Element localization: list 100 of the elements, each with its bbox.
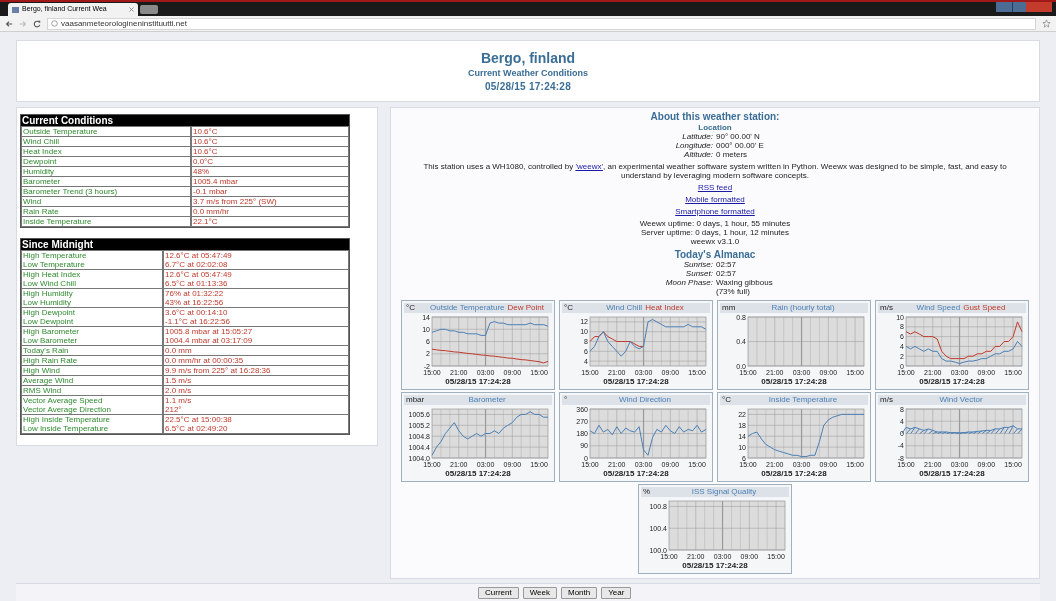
condition-value: 0.0 mm/hr <box>192 207 348 216</box>
address-bar[interactable]: vaasanmeteorologineninstituutti.net <box>47 17 1036 30</box>
uptime-text: Weewx uptime: 0 days, 1 hour, 55 minutes <box>639 219 791 228</box>
close-icon[interactable] <box>129 7 134 12</box>
record-label: High Heat Index <box>23 270 82 279</box>
nav-button[interactable]: Month <box>561 586 598 599</box>
record-label: Low Dewpoint <box>23 317 75 326</box>
nav-button[interactable]: Year <box>601 586 632 599</box>
record-value: 1004.4 mbar at 03:17:09 <box>165 336 254 345</box>
legend-label: Wind Direction <box>619 396 671 404</box>
record-label: High Inside Temperature <box>23 415 111 424</box>
station-description: This station uses a WH1080, controlled by 'weewx', an experimental weather software system written in Python. Weewx was designed to be simple, fast, and easy to understand by leveraging modern software concepts. <box>422 162 1008 180</box>
record-label: Low Barometer <box>23 336 79 345</box>
record-label: Average Wind <box>23 376 75 385</box>
record-value: 6.5°C at 02:49:20 <box>165 424 229 433</box>
page-icon <box>51 20 58 27</box>
condition-value: 3.7 m/s from 225° (SW) <box>192 197 348 206</box>
star-icon[interactable] <box>1042 19 1051 28</box>
axis-unit: °C <box>722 396 732 404</box>
condition-value: 0.0°C <box>192 157 348 166</box>
page-link[interactable]: RSS feed <box>697 183 733 192</box>
record-label: High Rain Rate <box>23 356 79 365</box>
condition-label: Rain Rate <box>22 207 190 216</box>
record-label: RMS Wind <box>23 386 63 395</box>
record-label: High Wind <box>23 366 61 375</box>
axis-unit: mm <box>722 304 737 312</box>
axis-unit: % <box>643 488 652 496</box>
new-tab-button[interactable] <box>140 5 158 14</box>
record-value: 1005.8 mbar at 15:05:27 <box>165 327 254 336</box>
axis-unit: °C <box>564 304 574 312</box>
location-value: 90° 00.00' N <box>716 132 760 141</box>
record-value: 212° <box>165 405 183 414</box>
forward-arrow-icon[interactable] <box>19 19 27 28</box>
condition-value: -0.1 mbar <box>192 187 348 196</box>
chart-timestamp: 05/28/15 17:24:28 <box>761 470 827 478</box>
record-value: 43% at 16:22:56 <box>165 298 225 307</box>
record-value: 22.5°C at 15:00:38 <box>165 415 233 424</box>
nav-button[interactable]: Week <box>522 586 557 599</box>
record-label: Today's Rain <box>23 346 70 355</box>
page-subtitle: Current Weather Conditions <box>468 68 588 78</box>
record-value: 6.7°C at 02:02:08 <box>165 260 229 269</box>
legend-label: Barometer <box>468 396 506 404</box>
legend-label: Heat Index <box>645 304 684 312</box>
legend-label: Wind Vector <box>939 396 983 404</box>
almanac-value: 02:57 <box>716 260 737 269</box>
chart-timestamp: 05/28/15 17:24:28 <box>761 378 827 386</box>
location-heading: Location <box>698 123 732 132</box>
record-value: 1.1 m/s <box>165 396 193 405</box>
axis-unit: m/s <box>880 304 894 312</box>
uptime-text: Server uptime: 0 days, 1 hour, 12 minutes <box>640 228 790 237</box>
url-text: vaasanmeteorologineninstituutti.net <box>61 19 187 28</box>
back-arrow-icon[interactable] <box>5 19 13 28</box>
page-link[interactable]: Smartphone formatted <box>675 207 755 216</box>
nav-button[interactable]: Current <box>478 586 519 599</box>
maximize-button[interactable] <box>1012 2 1026 12</box>
record-label: Vector Average Direction <box>23 405 112 414</box>
condition-label: Heat Index <box>22 147 190 156</box>
record-value: 0.0 mm/hr at 00:00:35 <box>165 356 245 365</box>
legend-label: Gust Speed <box>963 304 1006 312</box>
location-label: Longitude: <box>674 141 713 150</box>
condition-label: Inside Temperature <box>22 217 190 226</box>
reload-icon[interactable] <box>33 19 41 28</box>
chart-timestamp: 05/28/15 17:24:28 <box>682 562 748 570</box>
record-label: High Temperature <box>23 251 88 260</box>
record-value: 12.6°C at 05:47:49 <box>165 251 233 260</box>
section-heading: About this weather station: <box>650 111 780 122</box>
chart-timestamp: 05/28/15 17:24:28 <box>603 470 669 478</box>
location-value: 0 meters <box>716 150 748 159</box>
condition-label: Humidity <box>22 167 190 176</box>
condition-label: Dewpoint <box>22 157 190 166</box>
condition-label: Wind <box>22 197 190 206</box>
record-label: Low Inside Temperature <box>23 424 110 433</box>
record-value: 9.9 m/s from 225° at 16:28:36 <box>165 366 272 375</box>
record-value: -1.1°C at 16:22:56 <box>165 317 232 326</box>
station-title: Bergo, finland <box>480 50 576 65</box>
almanac-label: Sunrise: <box>682 260 713 269</box>
record-value: 3.6°C at 00:14:10 <box>165 308 229 317</box>
legend-label: Outside Temperature <box>430 304 505 312</box>
almanac-value: 02:57 <box>716 269 737 278</box>
table-heading: Since Midnight <box>21 239 349 250</box>
report-timestamp: 05/28/15 17:24:28 <box>485 81 571 92</box>
record-label: Low Temperature <box>23 260 86 269</box>
condition-value: 10.6°C <box>192 147 348 156</box>
record-label: High Humidity <box>23 289 74 298</box>
weewx-link[interactable]: 'weewx' <box>575 162 603 171</box>
almanac-value: Waxing gibbous <box>716 278 773 287</box>
condition-value: 10.6°C <box>192 137 348 146</box>
section-heading: Today's Almanac <box>674 249 756 260</box>
location-value: 000° 00.00' E <box>716 141 764 150</box>
almanac-label: Moon Phase: <box>664 278 713 289</box>
legend-label: Wind Chill <box>606 304 643 312</box>
record-value: 12.6°C at 05:47:49 <box>165 270 233 279</box>
condition-label: Wind Chill <box>22 137 190 146</box>
record-value: 0.0 mm <box>165 346 193 355</box>
condition-label: Barometer <box>22 177 190 186</box>
condition-value: 48% <box>192 167 348 176</box>
site-icon <box>12 6 19 13</box>
page-link[interactable]: Mobile formatted <box>685 195 745 204</box>
record-value: 1.5 m/s <box>165 376 193 385</box>
axis-unit: m/s <box>880 396 894 404</box>
